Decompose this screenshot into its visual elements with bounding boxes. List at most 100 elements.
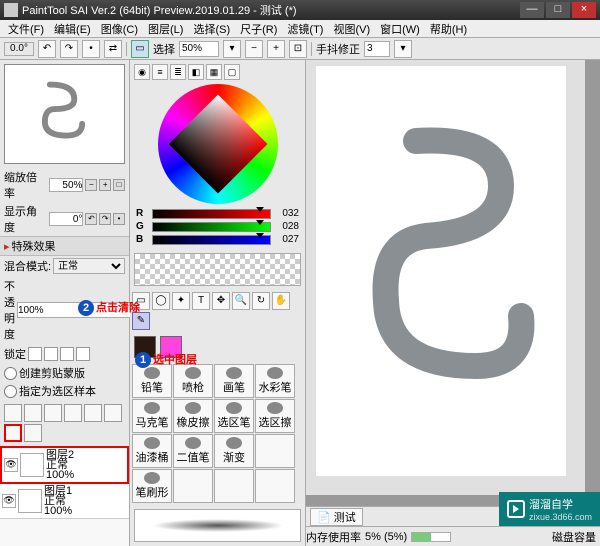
doc-tab[interactable]: 📄 测试 <box>310 508 363 526</box>
zoom-inc-icon[interactable]: + <box>99 179 111 191</box>
hsv-slider-icon[interactable]: ≣ <box>170 64 186 80</box>
brush-bucket[interactable]: 油漆桶 <box>132 434 172 468</box>
menu-help[interactable]: 帮助(H) <box>426 21 471 37</box>
hand-tool[interactable]: ✋ <box>272 292 290 310</box>
brush-marker[interactable]: 马克笔 <box>132 399 172 433</box>
color-wheel[interactable] <box>130 84 305 204</box>
fx-header[interactable]: ▸ 特殊效果 <box>0 236 129 256</box>
scratchpad-icon[interactable]: ▢ <box>224 64 240 80</box>
minimize-button[interactable]: — <box>520 2 544 18</box>
zoom-fit-icon[interactable]: ⊡ <box>289 40 307 58</box>
background-color[interactable] <box>160 336 182 358</box>
clip-mask-radio[interactable] <box>4 367 17 380</box>
canvas[interactable] <box>316 66 566 476</box>
lock-all-icon[interactable] <box>76 347 90 361</box>
angle-reset-icon[interactable]: • <box>113 213 125 225</box>
brush-gradient[interactable]: 渐变 <box>214 434 254 468</box>
brush-selpen[interactable]: 选区笔 <box>214 399 254 433</box>
stabilizer-menu-icon[interactable]: ▾ <box>394 40 412 58</box>
rotate-tool[interactable]: ↻ <box>252 292 270 310</box>
r-slider[interactable] <box>152 209 271 219</box>
zoom-menu-icon[interactable]: ▾ <box>223 40 241 58</box>
zoom-input[interactable] <box>49 178 83 192</box>
brush-binary[interactable]: 二值笔 <box>173 434 213 468</box>
zoom-out-icon[interactable]: − <box>245 40 263 58</box>
new-folder-icon[interactable] <box>44 404 62 422</box>
menu-window[interactable]: 窗口(W) <box>376 21 424 37</box>
rotation-display[interactable]: 0.0° <box>4 42 34 56</box>
rect-select-tool[interactable]: ▭ <box>132 292 150 310</box>
lock-none-icon[interactable] <box>28 347 42 361</box>
brush-empty[interactable] <box>173 469 213 503</box>
brush-watercolor[interactable]: 水彩笔 <box>255 364 295 398</box>
color-wheel-icon[interactable]: ◉ <box>134 64 150 80</box>
menu-image[interactable]: 图像(C) <box>97 21 142 37</box>
zoom-tool[interactable]: 🔍 <box>232 292 250 310</box>
brush-pencil[interactable]: 铅笔 <box>132 364 172 398</box>
close-button[interactable]: × <box>572 2 596 18</box>
brush-eraser[interactable]: 橡皮擦 <box>173 399 213 433</box>
menu-ruler[interactable]: 尺子(R) <box>236 21 281 37</box>
menu-file[interactable]: 文件(F) <box>4 21 48 37</box>
menu-select[interactable]: 选择(S) <box>189 21 234 37</box>
rotate-cw-icon[interactable]: ↷ <box>60 40 78 58</box>
text-tool[interactable]: T <box>192 292 210 310</box>
visibility-icon[interactable]: 👁 <box>4 458 18 472</box>
angle-input[interactable] <box>49 212 83 226</box>
layer-mask-icon[interactable] <box>64 404 82 422</box>
angle-inc-icon[interactable]: ↷ <box>99 213 111 225</box>
zoom-reset-icon[interactable]: □ <box>113 179 125 191</box>
layer-item[interactable]: 👁 图层2 正常 100% <box>0 446 129 484</box>
maximize-button[interactable]: □ <box>546 2 570 18</box>
rotate-ccw-icon[interactable]: ↶ <box>38 40 56 58</box>
lock-move-icon[interactable] <box>60 347 74 361</box>
canvas-viewport[interactable] <box>306 60 600 506</box>
rotate-reset-icon[interactable]: • <box>82 40 100 58</box>
new-layer-icon[interactable] <box>4 404 22 422</box>
selection-tool-icon[interactable]: ▭ <box>131 40 149 58</box>
b-value: 027 <box>275 234 299 245</box>
flip-h-icon[interactable]: ⇄ <box>104 40 122 58</box>
brush-brush[interactable]: 画笔 <box>214 364 254 398</box>
navigator-thumbnail[interactable] <box>4 64 125 164</box>
merge-down-icon[interactable] <box>104 404 122 422</box>
new-linework-icon[interactable] <box>24 404 42 422</box>
g-slider[interactable] <box>152 222 271 232</box>
menu-layer[interactable]: 图层(L) <box>144 21 187 37</box>
stabilizer-input[interactable] <box>364 41 390 57</box>
move-tool[interactable]: ✥ <box>212 292 230 310</box>
swatch-icon[interactable]: ▦ <box>206 64 222 80</box>
delete-layer-icon[interactable] <box>24 424 42 442</box>
app-icon <box>4 3 18 17</box>
swatch-palette[interactable] <box>134 253 301 286</box>
zoom-dec-icon[interactable]: − <box>85 179 97 191</box>
brush-seleraser[interactable]: 选区擦 <box>255 399 295 433</box>
zoom-in-icon[interactable]: + <box>267 40 285 58</box>
lasso-tool[interactable]: ◯ <box>152 292 170 310</box>
r-value: 032 <box>275 208 299 219</box>
clear-layer-icon[interactable] <box>4 424 22 442</box>
brush-empty[interactable] <box>255 434 295 468</box>
angle-dec-icon[interactable]: ↶ <box>85 213 97 225</box>
brush-shape[interactable]: 笔刷形 <box>132 469 172 503</box>
color-mixer-icon[interactable]: ◧ <box>188 64 204 80</box>
lock-pixel-icon[interactable] <box>44 347 58 361</box>
select-zoom-input[interactable] <box>179 41 219 57</box>
transfer-down-icon[interactable] <box>84 404 102 422</box>
blend-mode-select[interactable]: 正常 <box>53 258 125 274</box>
wand-tool[interactable]: ✦ <box>172 292 190 310</box>
angle-label: 显示角度 <box>4 203 47 235</box>
rgb-slider-icon[interactable]: ≡ <box>152 64 168 80</box>
layer-item[interactable]: 👁 图层1 正常 100% <box>0 484 129 519</box>
brush-empty[interactable] <box>214 469 254 503</box>
menu-filter[interactable]: 滤镜(T) <box>283 21 327 37</box>
brush-empty[interactable] <box>255 469 295 503</box>
b-slider[interactable] <box>152 235 271 245</box>
menu-edit[interactable]: 编辑(E) <box>50 21 95 37</box>
menu-view[interactable]: 视图(V) <box>329 21 374 37</box>
eyedropper-tool[interactable]: ✎ <box>132 312 150 330</box>
ref-sample-radio[interactable] <box>4 385 17 398</box>
foreground-color[interactable] <box>134 336 156 358</box>
visibility-icon[interactable]: 👁 <box>2 494 16 508</box>
brush-airbrush[interactable]: 喷枪 <box>173 364 213 398</box>
